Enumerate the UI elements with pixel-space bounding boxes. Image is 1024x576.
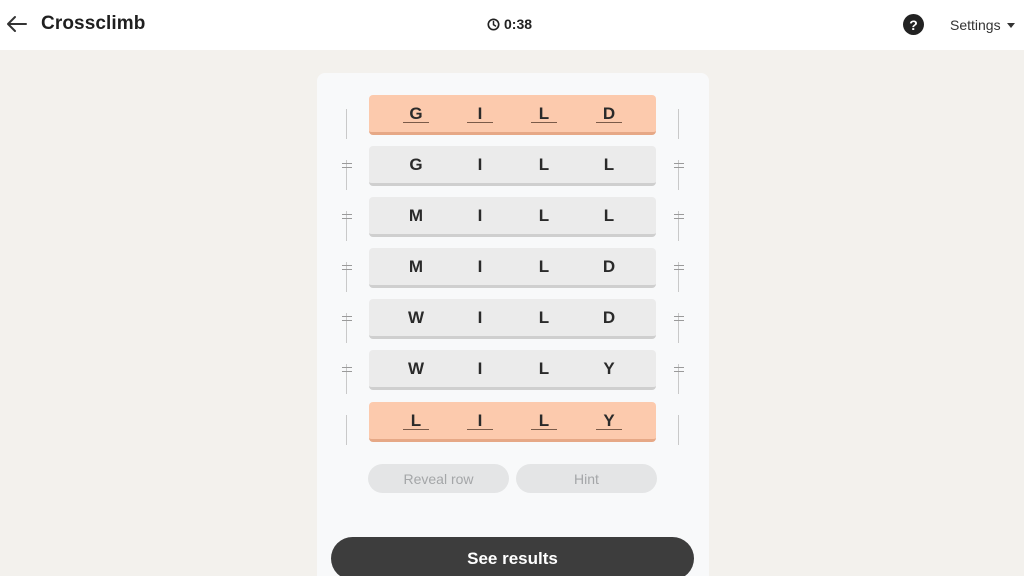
equals-icon — [342, 316, 352, 321]
letter-cell: Y — [596, 402, 622, 439]
letter-cell: L — [538, 206, 550, 225]
letter-cell: W — [407, 308, 425, 327]
letter-cell: L — [403, 402, 429, 439]
letter-cell: L — [531, 402, 557, 439]
right-connector-line — [678, 415, 679, 445]
equals-icon — [342, 367, 352, 372]
equals-icon — [674, 163, 684, 168]
timer: 0:38 — [487, 16, 532, 32]
equals-icon — [674, 214, 684, 219]
letter-cell: L — [603, 155, 615, 174]
word-row[interactable]: MILL — [369, 197, 656, 237]
settings-label: Settings — [950, 17, 1001, 33]
letter-cell: L — [538, 308, 550, 327]
back-arrow-icon[interactable] — [4, 11, 30, 37]
app-title: Crossclimb — [41, 13, 146, 34]
letter-cell: I — [477, 308, 483, 327]
top-bar: Crossclimb 0:38 ? Settings — [0, 0, 1024, 50]
left-connector-line — [346, 109, 347, 139]
equals-icon — [674, 265, 684, 270]
word-row[interactable]: WILY — [369, 350, 656, 390]
clock-icon — [487, 17, 500, 31]
locked-word-row: LILY — [369, 402, 656, 442]
equals-icon — [342, 163, 352, 168]
equals-icon — [342, 214, 352, 219]
letter-cell: L — [538, 155, 550, 174]
settings-button[interactable]: Settings — [950, 17, 1015, 33]
left-connector-line — [346, 415, 347, 445]
letter-cell: G — [403, 95, 429, 132]
word-row[interactable]: GILL — [369, 146, 656, 186]
letter-cell: G — [409, 155, 423, 174]
letter-cell: L — [538, 359, 550, 378]
reveal-row-button[interactable]: Reveal row — [368, 464, 509, 493]
chevron-down-icon — [1006, 23, 1015, 28]
letter-cell: I — [477, 257, 483, 276]
right-connector-line — [678, 109, 679, 139]
letter-cell: I — [467, 95, 493, 132]
game-board: GILDGILLMILLMILDWILDWILYLILY Reveal row … — [317, 73, 709, 576]
word-row[interactable]: WILD — [369, 299, 656, 339]
letter-cell: I — [477, 155, 483, 174]
letter-cell: M — [408, 206, 424, 225]
letter-cell: M — [408, 257, 424, 276]
hint-button[interactable]: Hint — [516, 464, 657, 493]
equals-icon — [674, 367, 684, 372]
timer-value: 0:38 — [504, 16, 533, 32]
letter-cell: I — [477, 359, 483, 378]
letter-cell: L — [603, 206, 615, 225]
see-results-button[interactable]: See results — [331, 537, 694, 576]
letter-cell: D — [602, 308, 616, 327]
equals-icon — [342, 265, 352, 270]
letter-cell: L — [531, 95, 557, 132]
letter-cell: W — [407, 359, 425, 378]
letter-cell: I — [467, 402, 493, 439]
letter-cell: I — [477, 206, 483, 225]
help-icon[interactable]: ? — [903, 14, 924, 35]
word-row[interactable]: MILD — [369, 248, 656, 288]
letter-cell: Y — [603, 359, 615, 378]
letter-cell: D — [596, 95, 622, 132]
letter-cell: D — [602, 257, 616, 276]
equals-icon — [674, 316, 684, 321]
help-glyph: ? — [909, 16, 918, 33]
letter-cell: L — [538, 257, 550, 276]
locked-word-row: GILD — [369, 95, 656, 135]
